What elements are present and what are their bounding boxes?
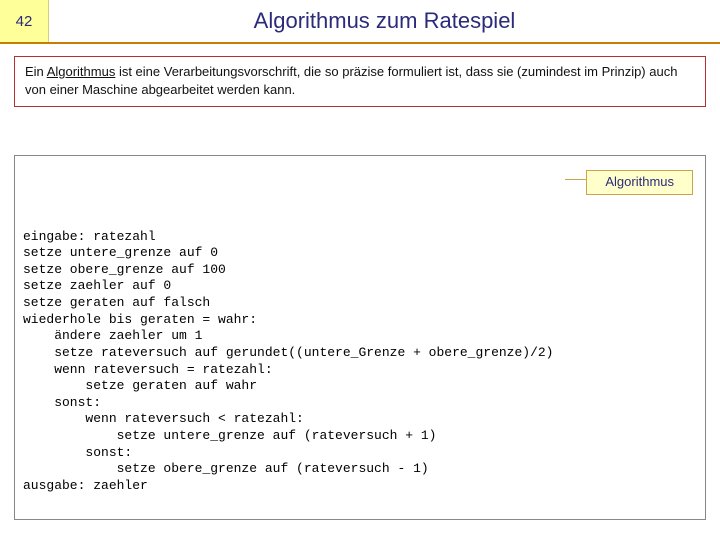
definition-prefix: Ein (25, 64, 47, 79)
slide-header: 42 Algorithmus zum Ratespiel (0, 0, 720, 44)
definition-term: Algorithmus (47, 64, 116, 79)
page-number: 42 (0, 0, 49, 42)
definition-rest: ist eine Verarbeitungsvorschrift, die so… (25, 64, 677, 97)
algorithm-label: Algorithmus (586, 170, 693, 195)
algorithm-code: eingabe: ratezahl setze untere_grenze au… (23, 229, 697, 495)
slide-title: Algorithmus zum Ratespiel (49, 0, 720, 42)
algorithm-box: Algorithmus eingabe: ratezahl setze unte… (14, 155, 706, 520)
definition-box: Ein Algorithmus ist eine Verarbeitungsvo… (14, 56, 706, 107)
